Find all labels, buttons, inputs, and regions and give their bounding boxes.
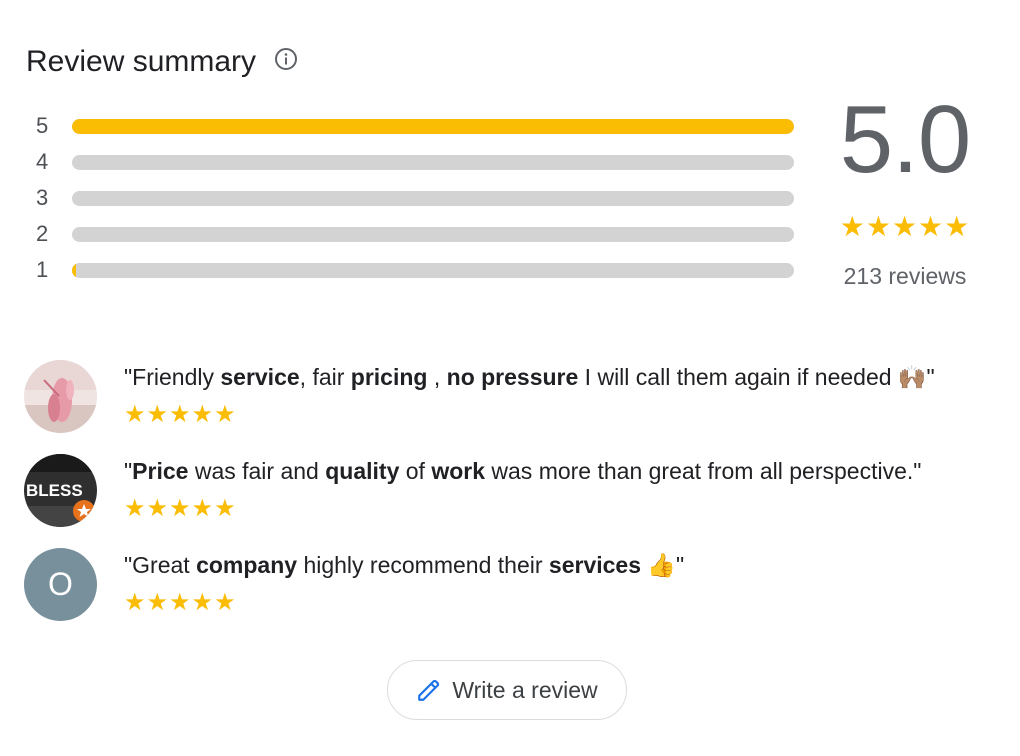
review-text-segment: of	[399, 458, 432, 484]
rating-bar-label: 3	[36, 185, 49, 210]
header: Review summary	[26, 40, 298, 84]
review-keyword: Price	[132, 458, 189, 484]
avatar	[24, 360, 97, 433]
review-keyword: quality	[325, 458, 400, 484]
rating-bar-row[interactable]: 1	[36, 252, 796, 288]
rating-bar-track	[72, 154, 794, 170]
review-text-segment: was fair and	[188, 458, 326, 484]
review-keyword: work	[431, 458, 486, 484]
review-stars: ★★★★★	[124, 401, 237, 428]
review-text-segment: , fair	[299, 364, 351, 390]
avatar: BLESS	[24, 454, 97, 527]
rating-bar-row[interactable]: 3	[36, 180, 796, 216]
rating-bar-row[interactable]: 5	[36, 108, 796, 144]
review-text-segment: highly recommend their	[297, 552, 549, 578]
overall-rating: 5.0 ★★★★★ 213 reviews	[830, 92, 980, 290]
rating-bar-fill	[72, 262, 77, 278]
review-snippet[interactable]: O "Great company highly recommend their …	[24, 548, 1004, 642]
review-text: "Price was fair and quality of work was …	[124, 458, 921, 485]
review-text: "Great company highly recommend their se…	[124, 552, 684, 579]
review-count[interactable]: 213 reviews	[830, 263, 980, 290]
rating-bar-track	[72, 262, 794, 278]
review-keyword: company	[196, 552, 298, 578]
rating-bar-row[interactable]: 2	[36, 216, 796, 252]
rating-bar-row[interactable]: 4	[36, 144, 796, 180]
rating-bar-track	[72, 226, 794, 242]
rating-bar-label: 5	[36, 113, 49, 138]
rating-distribution: 5 4 3 2 1	[36, 108, 796, 288]
avatar: O	[24, 548, 97, 621]
review-text-segment: I will call them again if needed 🙌🏽"	[578, 364, 935, 390]
review-snippet[interactable]: BLESS "Price was fair and quality of wor…	[24, 454, 1004, 548]
rating-bar-label: 2	[36, 221, 49, 246]
write-review-button[interactable]: Write a review	[387, 660, 627, 720]
review-keyword: service	[220, 364, 300, 390]
review-text-segment: 👍"	[641, 552, 685, 578]
review-summary-panel: Review summary 5 4 3 2 1 5.0 ★★★★★ 213 r…	[0, 0, 1020, 756]
rating-bar-fill	[72, 118, 794, 134]
review-keyword: no pressure	[446, 364, 579, 390]
write-review-label: Write a review	[452, 676, 598, 703]
rating-bar-track	[72, 190, 794, 206]
avatar-logo-text: BLESS	[26, 481, 83, 500]
page-title: Review summary	[26, 45, 257, 78]
review-snippet[interactable]: "Friendly service, fair pricing , no pre…	[24, 360, 1004, 454]
review-text-segment: was more than great from all perspective…	[485, 458, 922, 484]
review-text-segment: ,	[427, 364, 447, 390]
review-text-segment: "	[124, 458, 133, 484]
review-snippets: "Friendly service, fair pricing , no pre…	[24, 360, 1004, 642]
rating-bar-label: 1	[36, 257, 49, 282]
info-icon[interactable]	[274, 47, 298, 71]
review-keyword: pricing	[350, 364, 428, 390]
review-keyword: services	[548, 552, 641, 578]
avatar-initial: O	[48, 566, 73, 602]
rating-bar-track	[72, 118, 794, 134]
review-stars: ★★★★★	[124, 495, 237, 522]
average-score: 5.0	[839, 86, 971, 193]
pencil-icon	[416, 677, 442, 703]
review-text-segment: "Friendly	[124, 364, 221, 390]
average-stars: ★★★★★	[839, 211, 971, 242]
rating-bar-label: 4	[36, 149, 49, 174]
review-text: "Friendly service, fair pricing , no pre…	[124, 364, 935, 391]
review-text-segment: "Great	[124, 552, 197, 578]
review-stars: ★★★★★	[124, 589, 237, 616]
